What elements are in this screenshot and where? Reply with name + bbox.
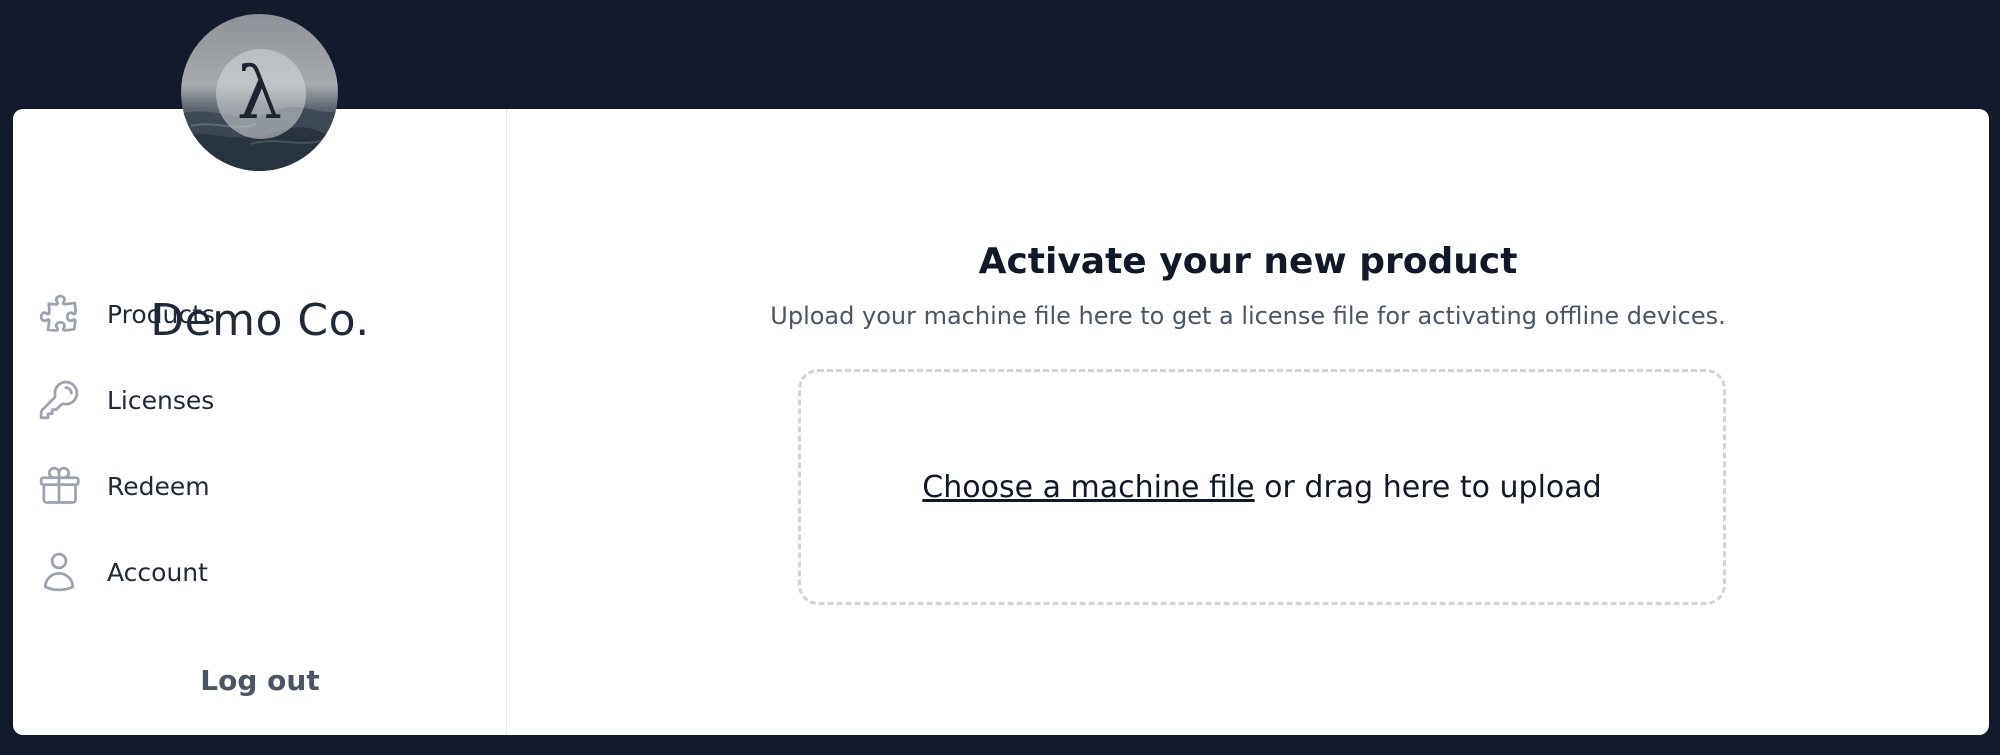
page-subtitle: Upload your machine file here to get a l… (770, 302, 1726, 330)
sidebar-item-label: Licenses (107, 385, 215, 415)
gift-icon (35, 462, 83, 510)
dropzone-text: Choose a machine file or drag here to up… (922, 470, 1601, 505)
sidebar-item-label: Account (107, 557, 208, 587)
puzzle-icon (35, 290, 83, 338)
logout-button[interactable]: Log out (13, 664, 507, 697)
sidebar-item-redeem[interactable]: Redeem (35, 454, 475, 518)
sidebar-item-label: Redeem (107, 471, 210, 501)
choose-file-link[interactable]: Choose a machine file (922, 470, 1254, 505)
avatar-glyph: λ (236, 50, 283, 135)
sidebar-item-account[interactable]: Account (35, 540, 475, 604)
avatar: λ (181, 14, 338, 171)
user-icon (35, 548, 83, 596)
key-icon (35, 376, 83, 424)
sidebar: Demo Co. Products Licenses Redeem Accoun… (13, 109, 507, 735)
sidebar-item-label: Products (107, 299, 215, 329)
page-title: Activate your new product (978, 241, 1518, 282)
dropzone-hint: or drag here to upload (1254, 469, 1602, 505)
sidebar-item-licenses[interactable]: Licenses (35, 368, 475, 432)
main-content: Activate your new product Upload your ma… (507, 109, 1989, 735)
file-dropzone[interactable]: Choose a machine file or drag here to up… (798, 369, 1726, 605)
main-card: Demo Co. Products Licenses Redeem Accoun… (13, 109, 1989, 735)
sidebar-item-products[interactable]: Products (35, 282, 475, 346)
